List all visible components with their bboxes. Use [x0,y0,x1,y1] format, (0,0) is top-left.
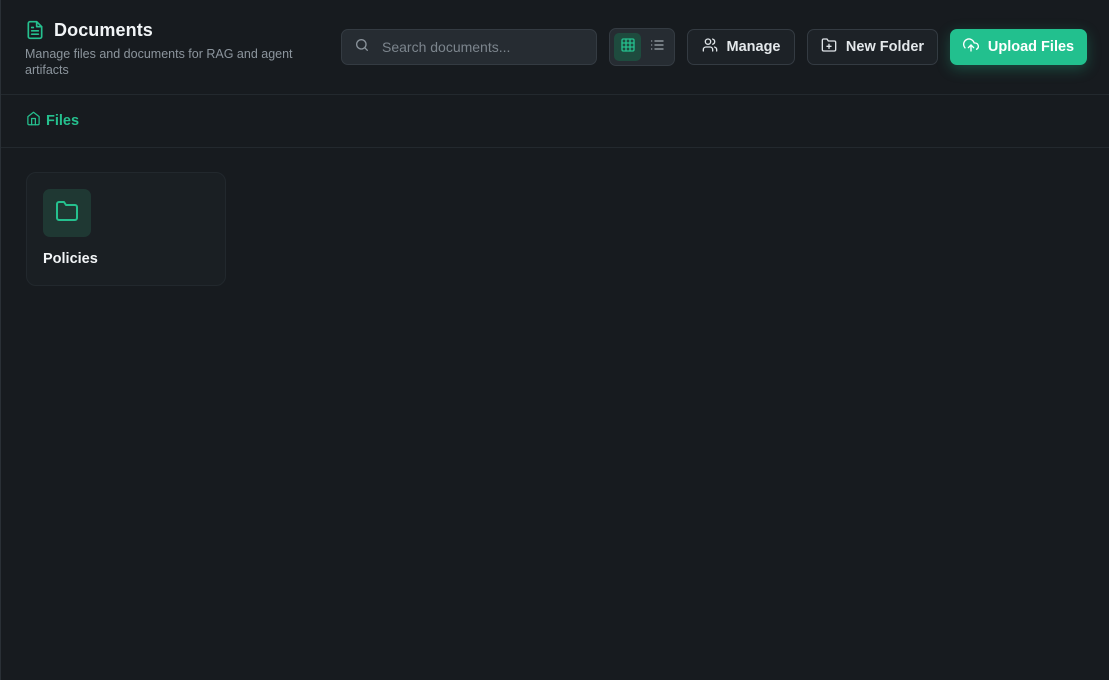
title-block: Documents Manage files and documents for… [25,19,325,78]
folder-icon-box [43,189,91,237]
title-row: Documents [25,19,325,41]
new-folder-label: New Folder [845,39,925,55]
documents-app: Documents Manage files and documents for… [0,0,1109,680]
grid-icon [620,37,636,58]
folder-name: Policies [43,251,98,267]
upload-files-button[interactable]: Upload Files [950,29,1087,65]
document-icon [25,20,45,40]
search-input[interactable] [382,39,582,55]
view-toggle [609,28,675,66]
manage-button[interactable]: Manage [687,29,795,65]
folder-icon [55,199,79,228]
list-view-button[interactable] [643,33,670,61]
breadcrumb: Files [1,95,1109,148]
home-icon[interactable] [26,111,41,131]
list-icon [649,37,665,58]
search-icon [354,37,370,58]
cloud-upload-icon [962,37,979,57]
search-box[interactable] [341,29,597,65]
page-subtitle: Manage files and documents for RAG and a… [25,47,293,77]
new-folder-button[interactable]: New Folder [807,29,938,65]
upload-files-label: Upload Files [987,39,1075,55]
page-header: Documents Manage files and documents for… [1,0,1109,95]
manage-label: Manage [726,39,781,55]
folder-card-policies[interactable]: Policies [26,172,226,286]
page-title: Documents [54,19,153,40]
users-icon [702,37,718,57]
breadcrumb-item-files[interactable]: Files [46,113,79,129]
grid-view-button[interactable] [614,33,641,61]
folder-plus-icon [821,37,837,57]
